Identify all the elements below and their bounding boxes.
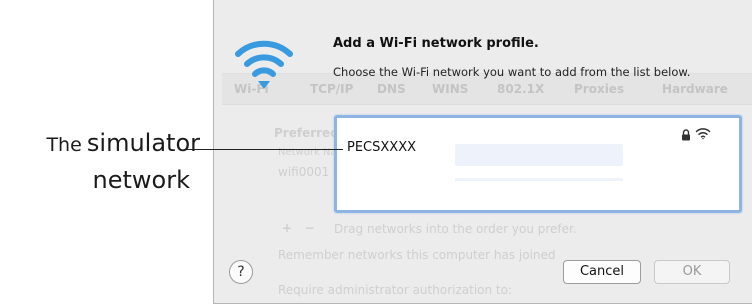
wifi-icon: [235, 40, 293, 89]
wifi-signal-icon: [695, 128, 711, 140]
background-require-text: Require administrator authorization to:: [278, 283, 512, 297]
callout-line2: network: [92, 166, 190, 194]
background-row-text: wifi0001: [278, 165, 330, 179]
background-tab-hardware: Hardware: [662, 82, 728, 96]
callout-leader-line: [185, 149, 343, 150]
ok-button[interactable]: OK: [654, 260, 730, 284]
background-plus-minus: + −: [282, 221, 315, 235]
background-tab-proxies: Proxies: [574, 82, 625, 96]
background-field-ghost-line: [455, 178, 623, 181]
help-button[interactable]: ?: [229, 260, 253, 284]
add-wifi-profile-dialog: Wi-Fi TCP/IP DNS WINS 802.1X Proxies Har…: [213, 0, 752, 304]
dialog-title: Add a Wi-Fi network profile.: [333, 36, 539, 51]
background-drag-hint: Drag networks into the order you prefer.: [334, 222, 577, 236]
background-remember-text: Remember networks this computer has join…: [278, 248, 556, 262]
network-list[interactable]: PECSXXXX: [334, 115, 742, 213]
background-tab-wins: WINS: [432, 82, 469, 96]
dialog-subtitle: Choose the Wi-Fi network you want to add…: [333, 65, 691, 79]
background-tab-dns: DNS: [377, 82, 406, 96]
callout-label: The simulator network: [0, 126, 200, 197]
network-name: PECSXXXX: [347, 140, 417, 155]
callout-prefix: The: [46, 134, 82, 156]
background-tab-8021x: 802.1X: [497, 82, 545, 96]
background-tab-tcpip: TCP/IP: [310, 82, 354, 96]
network-row[interactable]: PECSXXXX: [337, 118, 739, 155]
cancel-button[interactable]: Cancel: [563, 260, 641, 284]
callout-word: simulator: [86, 129, 200, 157]
lock-icon: [682, 129, 690, 141]
